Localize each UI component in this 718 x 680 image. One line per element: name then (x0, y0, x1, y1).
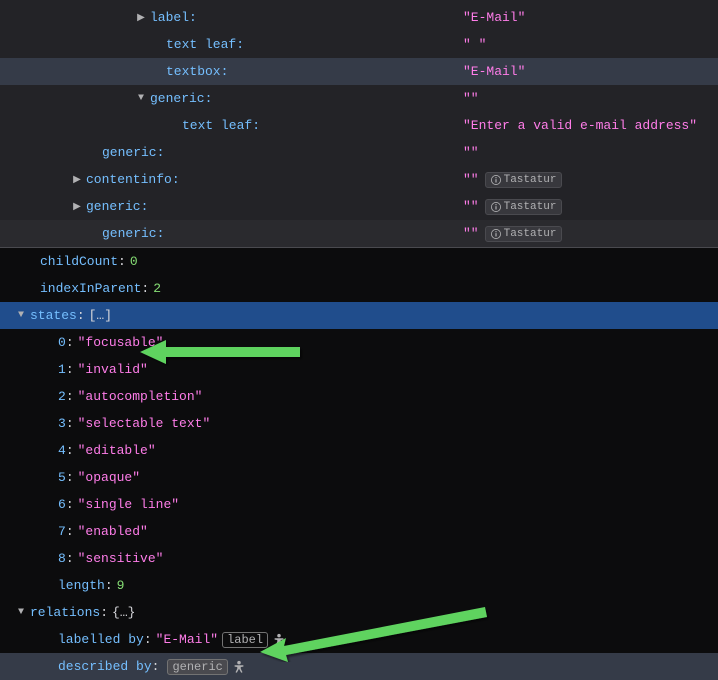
tree-value: "E-Mail" (463, 10, 525, 25)
state-value: "enabled" (78, 524, 148, 539)
state-row[interactable]: 4:"editable" (0, 437, 718, 464)
expand-icon[interactable]: ▶ (72, 201, 82, 213)
tree-value: "" (463, 145, 479, 160)
relation-chip[interactable]: generic (167, 659, 227, 675)
prop-key: childCount (40, 254, 118, 269)
tree-value: " " (463, 37, 486, 52)
accessibility-icon[interactable] (232, 660, 246, 674)
state-row[interactable]: 6:"single line" (0, 491, 718, 518)
state-value: "focusable" (78, 335, 164, 350)
state-value: "invalid" (78, 362, 148, 377)
tree-role: generic (86, 199, 141, 214)
prop-value: 0 (130, 254, 138, 269)
state-value: "autocompletion" (78, 389, 203, 404)
state-index: 8 (58, 551, 66, 566)
tree-row[interactable]: ▶label:"E-Mail" (0, 4, 718, 31)
tree-role: label (150, 10, 189, 25)
tree-role: text leaf (182, 118, 252, 133)
expand-icon[interactable]: ▶ (72, 174, 82, 186)
tree-row[interactable]: textbox:"E-Mail" (0, 58, 718, 85)
tree-role: contentinfo (86, 172, 172, 187)
property-row[interactable]: length: 9 (0, 572, 718, 599)
state-row[interactable]: 0:"focusable" (0, 329, 718, 356)
prop-value: 2 (153, 281, 161, 296)
tree-role: text leaf (166, 37, 236, 52)
tree-role: textbox (166, 64, 221, 79)
relation-chip[interactable]: label (222, 632, 268, 648)
relations-header[interactable]: ▼ relations: {…} (0, 599, 718, 626)
accessibility-icon[interactable] (272, 633, 286, 647)
tree-role: generic (102, 145, 157, 160)
tree-value: "" (463, 226, 479, 241)
state-index: 2 (58, 389, 66, 404)
state-row[interactable]: 3:"selectable text" (0, 410, 718, 437)
state-row[interactable]: 8:"sensitive" (0, 545, 718, 572)
tree-value: "" (463, 172, 479, 187)
tree-value: "E-Mail" (463, 64, 525, 79)
collapse-icon[interactable]: ▼ (16, 310, 26, 321)
tree-role: generic (102, 226, 157, 241)
relation-value: "E-Mail" (156, 632, 218, 647)
keyboard-badge[interactable]: Tastatur (485, 172, 563, 188)
brace-preview: {…} (112, 605, 135, 620)
state-index: 0 (58, 335, 66, 350)
state-index: 4 (58, 443, 66, 458)
state-value: "selectable text" (78, 416, 211, 431)
tree-row[interactable]: generic:"" (0, 139, 718, 166)
state-row[interactable]: 2:"autocompletion" (0, 383, 718, 410)
info-icon (491, 202, 501, 212)
prop-value: 9 (117, 578, 125, 593)
properties-panel: childCount: 0 indexInParent: 2 ▼ states:… (0, 248, 718, 680)
collapse-icon[interactable]: ▼ (136, 93, 146, 104)
state-row[interactable]: 5:"opaque" (0, 464, 718, 491)
state-index: 3 (58, 416, 66, 431)
property-row[interactable]: indexInParent: 2 (0, 275, 718, 302)
prop-key: length (58, 578, 105, 593)
state-index: 6 (58, 497, 66, 512)
tree-row[interactable]: text leaf:"Enter a valid e-mail address" (0, 112, 718, 139)
tree-value: "" (463, 199, 479, 214)
tree-value: "" (463, 91, 479, 106)
relation-key: described by (58, 659, 152, 674)
state-index: 7 (58, 524, 66, 539)
state-value: "sensitive" (78, 551, 164, 566)
state-row[interactable]: 1:"invalid" (0, 356, 718, 383)
state-index: 1 (58, 362, 66, 377)
state-index: 5 (58, 470, 66, 485)
states-header[interactable]: ▼ states: […] (0, 302, 718, 329)
bracket-preview: […] (89, 308, 112, 323)
keyboard-badge[interactable]: Tastatur (485, 199, 563, 215)
prop-key: indexInParent (40, 281, 141, 296)
state-value: "single line" (78, 497, 179, 512)
tree-row[interactable]: ▶contentinfo:""Tastatur (0, 166, 718, 193)
keyboard-badge[interactable]: Tastatur (485, 226, 563, 242)
state-row[interactable]: 7:"enabled" (0, 518, 718, 545)
prop-key: states (30, 308, 77, 323)
tree-row[interactable]: generic:""Tastatur (0, 220, 718, 247)
relation-row[interactable]: labelled by: "E-Mail" label (0, 626, 718, 653)
expand-icon[interactable]: ▶ (136, 12, 146, 24)
collapse-icon[interactable]: ▼ (16, 607, 26, 618)
info-icon (491, 175, 501, 185)
tree-value: "Enter a valid e-mail address" (463, 118, 697, 133)
tree-row[interactable]: text leaf:" " (0, 31, 718, 58)
relation-key: labelled by (58, 632, 144, 647)
state-value: "editable" (78, 443, 156, 458)
property-row[interactable]: childCount: 0 (0, 248, 718, 275)
tree-role: generic (150, 91, 205, 106)
info-icon (491, 229, 501, 239)
state-value: "opaque" (78, 470, 140, 485)
tree-row[interactable]: ▼generic:"" (0, 85, 718, 112)
relation-row[interactable]: described by: generic (0, 653, 718, 680)
tree-row[interactable]: ▶generic:""Tastatur (0, 193, 718, 220)
accessibility-tree-panel: ▶label:"E-Mail"text leaf:" "textbox:"E-M… (0, 0, 718, 247)
prop-key: relations (30, 605, 100, 620)
